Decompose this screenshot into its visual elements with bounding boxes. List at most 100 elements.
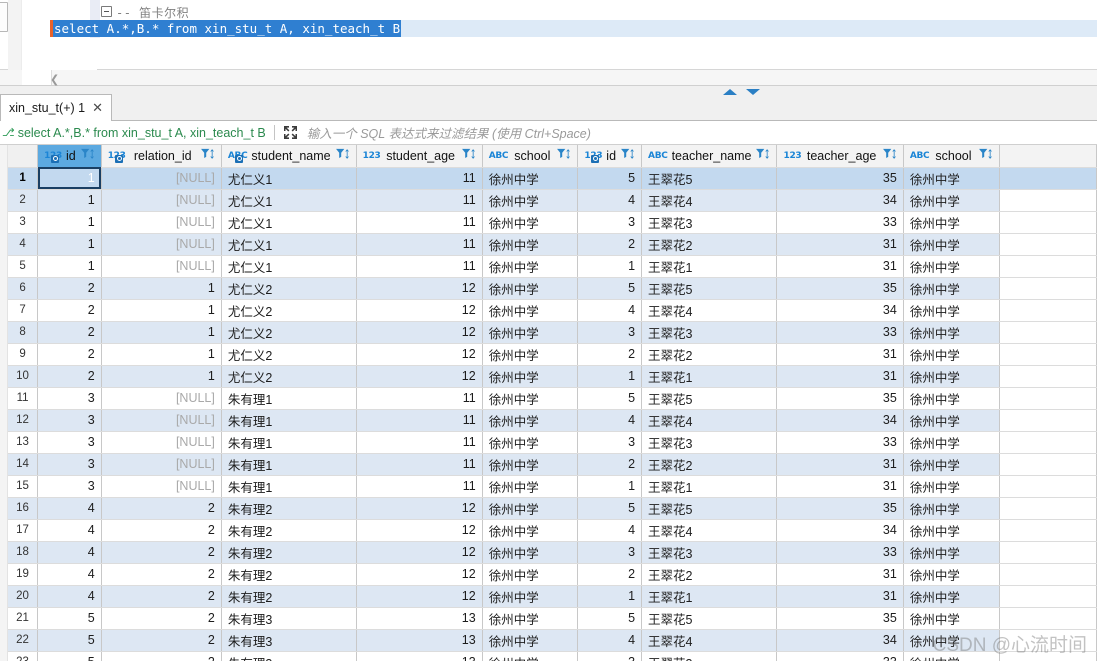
- table-row[interactable]: 11 3 [NULL] 朱有理1 11 徐州中学 5 王翠花5 35 徐州中学: [8, 387, 1097, 410]
- cell-school-b[interactable]: 徐州中学: [903, 387, 1000, 410]
- cell-teacher_age-b[interactable]: 34: [776, 629, 904, 652]
- cell-teacher_name-b[interactable]: 王翠花2: [641, 233, 778, 256]
- cell-school-b[interactable]: 徐州中学: [903, 585, 1000, 608]
- cell-id-b[interactable]: 5: [577, 277, 643, 300]
- cell-id-b[interactable]: 3: [577, 541, 643, 564]
- cell-school-a[interactable]: 徐州中学: [482, 277, 579, 300]
- cell-teacher_name-b[interactable]: 王翠花4: [641, 189, 778, 212]
- cell-id-a[interactable]: 2: [37, 343, 102, 366]
- cell-school-b[interactable]: 徐州中学: [903, 541, 1000, 564]
- cell-teacher_age-b[interactable]: 34: [776, 299, 904, 322]
- cell-school-a[interactable]: 徐州中学: [482, 409, 579, 432]
- column-header-student_age-3[interactable]: 123 student_age: [356, 145, 483, 168]
- chevron-up-icon[interactable]: [723, 89, 737, 95]
- row-number-cell[interactable]: 17: [8, 519, 39, 542]
- cell-relation_id-a[interactable]: [NULL]: [101, 387, 222, 410]
- filter-sort-icon[interactable]: [978, 148, 993, 163]
- column-header-school-4[interactable]: ABC school: [482, 145, 579, 168]
- cell-student_name-a[interactable]: 朱有理2: [221, 519, 357, 542]
- cell-id-a[interactable]: 4: [37, 585, 102, 608]
- cell-student_name-a[interactable]: 尤仁义1: [221, 211, 357, 234]
- chevron-down-icon[interactable]: [746, 89, 760, 95]
- cell-id-a[interactable]: 4: [37, 497, 102, 520]
- cell-teacher_name-b[interactable]: 王翠花1: [641, 585, 778, 608]
- cell-school-a[interactable]: 徐州中学: [482, 585, 579, 608]
- row-number-cell[interactable]: 10: [8, 365, 39, 388]
- cell-id-b[interactable]: 3: [577, 211, 643, 234]
- table-row[interactable]: 9 2 1 尤仁义2 12 徐州中学 2 王翠花2 31 徐州中学: [8, 343, 1097, 366]
- cell-teacher_age-b[interactable]: 31: [776, 255, 904, 278]
- table-row[interactable]: 14 3 [NULL] 朱有理1 11 徐州中学 2 王翠花2 31 徐州中学: [8, 453, 1097, 476]
- cell-student_name-a[interactable]: 朱有理2: [221, 541, 357, 564]
- column-header-student_name-2[interactable]: ABCstudent_name: [221, 145, 357, 168]
- cell-school-a[interactable]: 徐州中学: [482, 629, 579, 652]
- cell-id-b[interactable]: 1: [577, 475, 643, 498]
- cell-school-b[interactable]: 徐州中学: [903, 563, 1000, 586]
- scroll-left-icon[interactable]: ❮: [50, 73, 59, 86]
- cell-id-b[interactable]: 2: [577, 453, 643, 476]
- cell-teacher_name-b[interactable]: 王翠花5: [641, 167, 778, 190]
- cell-id-a[interactable]: 2: [37, 365, 102, 388]
- cell-id-a[interactable]: 4: [37, 541, 102, 564]
- cell-relation_id-a[interactable]: [NULL]: [101, 453, 222, 476]
- table-row[interactable]: 16 4 2 朱有理2 12 徐州中学 5 王翠花5 35 徐州中学: [8, 497, 1097, 520]
- filter-sort-icon[interactable]: [335, 148, 350, 163]
- row-number-cell[interactable]: 11: [8, 387, 39, 410]
- cell-teacher_age-b[interactable]: 31: [776, 365, 904, 388]
- cell-student_name-a[interactable]: 朱有理1: [221, 409, 357, 432]
- table-row[interactable]: 19 4 2 朱有理2 12 徐州中学 2 王翠花2 31 徐州中学: [8, 563, 1097, 586]
- row-number-cell[interactable]: 12: [8, 409, 39, 432]
- cell-school-b[interactable]: 徐州中学: [903, 475, 1000, 498]
- row-number-cell[interactable]: 13: [8, 431, 39, 454]
- cell-teacher_age-b[interactable]: 33: [776, 651, 904, 661]
- cell-teacher_name-b[interactable]: 王翠花1: [641, 475, 778, 498]
- cell-student_age-a[interactable]: 11: [356, 189, 483, 212]
- cell-student_name-a[interactable]: 尤仁义2: [221, 343, 357, 366]
- cell-school-b[interactable]: 徐州中学: [903, 651, 1000, 661]
- cell-school-a[interactable]: 徐州中学: [482, 541, 579, 564]
- cell-id-a[interactable]: 3: [37, 387, 102, 410]
- row-number-cell[interactable]: 5: [8, 255, 39, 278]
- filter-sort-icon[interactable]: [620, 148, 635, 163]
- cell-id-a[interactable]: 4: [37, 563, 102, 586]
- cell-teacher_age-b[interactable]: 35: [776, 387, 904, 410]
- cell-student_age-a[interactable]: 12: [356, 497, 483, 520]
- filter-expression-input[interactable]: 输入一个 SQL 表达式来过滤结果 (使用 Ctrl+Space): [307, 123, 591, 142]
- table-row[interactable]: 5 1 [NULL] 尤仁义1 11 徐州中学 1 王翠花1 31 徐州中学: [8, 255, 1097, 278]
- cell-relation_id-a[interactable]: [NULL]: [101, 431, 222, 454]
- row-number-cell[interactable]: 3: [8, 211, 39, 234]
- cell-school-b[interactable]: 徐州中学: [903, 189, 1000, 212]
- cell-id-a[interactable]: 3: [37, 453, 102, 476]
- cell-id-b[interactable]: 5: [577, 167, 643, 190]
- column-header-teacher_name-6[interactable]: ABC teacher_name: [641, 145, 778, 168]
- cell-relation_id-a[interactable]: 2: [101, 497, 222, 520]
- row-number-cell[interactable]: 6: [8, 277, 39, 300]
- cell-student_age-a[interactable]: 11: [356, 233, 483, 256]
- table-row[interactable]: 4 1 [NULL] 尤仁义1 11 徐州中学 2 王翠花2 31 徐州中学: [8, 233, 1097, 256]
- cell-relation_id-a[interactable]: [NULL]: [101, 167, 222, 190]
- cell-student_age-a[interactable]: 11: [356, 453, 483, 476]
- cell-relation_id-a[interactable]: 2: [101, 585, 222, 608]
- cell-school-b[interactable]: 徐州中学: [903, 365, 1000, 388]
- cell-student_name-a[interactable]: 尤仁义2: [221, 277, 357, 300]
- cell-id-b[interactable]: 1: [577, 585, 643, 608]
- cell-school-b[interactable]: 徐州中学: [903, 607, 1000, 630]
- cell-school-a[interactable]: 徐州中学: [482, 431, 579, 454]
- cell-teacher_age-b[interactable]: 31: [776, 453, 904, 476]
- cell-teacher_name-b[interactable]: 王翠花5: [641, 497, 778, 520]
- filter-sort-icon[interactable]: [882, 148, 897, 163]
- cell-id-b[interactable]: 4: [577, 299, 643, 322]
- cell-id-b[interactable]: 3: [577, 321, 643, 344]
- cell-teacher_age-b[interactable]: 35: [776, 607, 904, 630]
- cell-relation_id-a[interactable]: 1: [101, 343, 222, 366]
- cell-teacher_name-b[interactable]: 王翠花2: [641, 343, 778, 366]
- filter-sort-icon[interactable]: [461, 148, 476, 163]
- table-row[interactable]: 15 3 [NULL] 朱有理1 11 徐州中学 1 王翠花1 31 徐州中学: [8, 475, 1097, 498]
- cell-school-a[interactable]: 徐州中学: [482, 387, 579, 410]
- cell-relation_id-a[interactable]: 2: [101, 651, 222, 661]
- cell-school-b[interactable]: 徐州中学: [903, 255, 1000, 278]
- cell-school-b[interactable]: 徐州中学: [903, 629, 1000, 652]
- cell-student_name-a[interactable]: 尤仁义1: [221, 233, 357, 256]
- cell-id-a[interactable]: 5: [37, 607, 102, 630]
- table-row[interactable]: 1 1 [NULL] 尤仁义1 11 徐州中学 5 王翠花5 35 徐州中学: [8, 167, 1097, 190]
